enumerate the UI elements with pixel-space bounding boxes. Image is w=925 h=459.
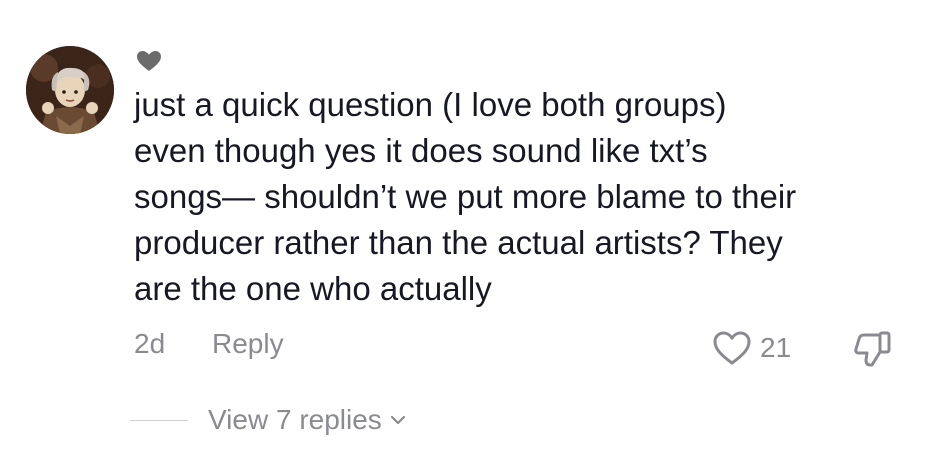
reply-button[interactable]: Reply bbox=[212, 328, 284, 360]
heart-outline-icon bbox=[713, 331, 751, 365]
view-replies-label: View 7 replies bbox=[208, 404, 382, 435]
view-replies-button[interactable]: View 7 replies bbox=[208, 404, 406, 436]
avatar[interactable] bbox=[26, 46, 114, 134]
replies-divider bbox=[130, 419, 188, 421]
chevron-down-icon bbox=[390, 415, 405, 425]
like-count: 21 bbox=[760, 332, 792, 363]
avatar-image bbox=[26, 46, 114, 134]
heart-filled-icon bbox=[137, 51, 161, 71]
comment-text: just a quick question (I love both group… bbox=[134, 86, 797, 307]
comment-timestamp: 2d bbox=[134, 328, 166, 359]
thumbs-down-icon[interactable] bbox=[850, 328, 894, 368]
like-button[interactable]: 21 bbox=[712, 328, 791, 368]
view-replies-row: View 7 replies bbox=[130, 398, 406, 442]
